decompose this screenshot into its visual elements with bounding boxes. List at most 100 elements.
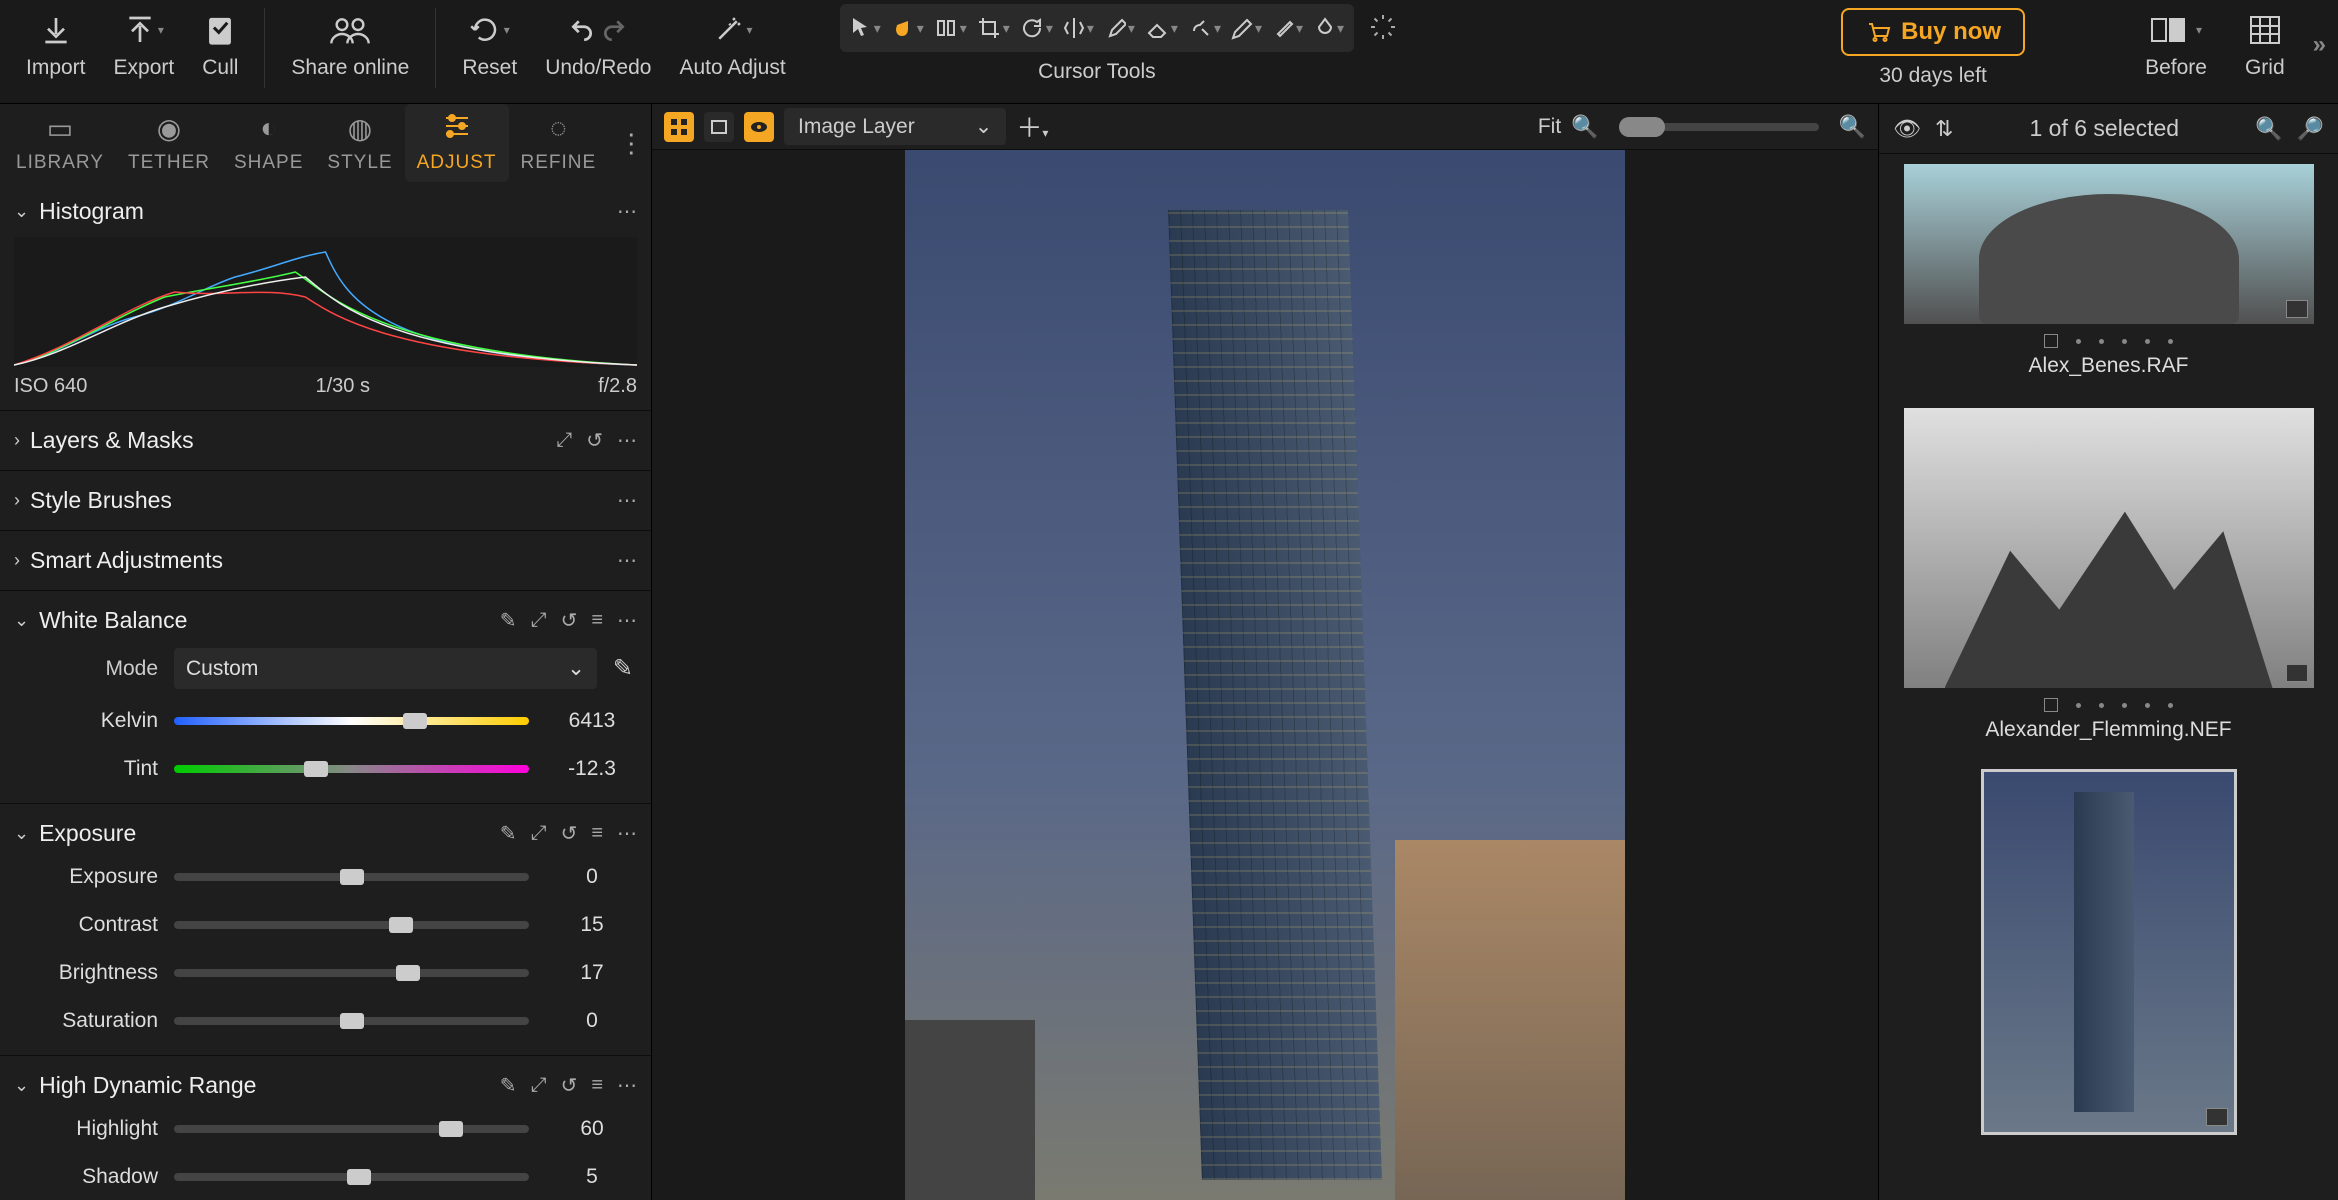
shadow-slider[interactable] xyxy=(174,1173,529,1181)
grid-button[interactable]: Grid xyxy=(2235,4,2295,86)
mode-select[interactable]: Custom⌄ xyxy=(174,648,597,689)
search-icon[interactable]: 🔎 xyxy=(2297,116,2324,142)
import-button[interactable]: Import xyxy=(12,4,100,86)
compare-icon: ▾ xyxy=(2150,10,2202,50)
picker-icon[interactable]: ✎ xyxy=(500,821,517,846)
more-icon[interactable]: ⋯ xyxy=(617,548,637,573)
mirror-tool[interactable]: ▾ xyxy=(1063,16,1094,40)
layer-dropdown[interactable]: Image Layer⌄ xyxy=(784,108,1006,145)
crop-tool[interactable]: ▾ xyxy=(977,16,1010,40)
reset-tool-icon[interactable]: ↺ xyxy=(586,428,603,453)
view-grid-button[interactable] xyxy=(664,112,694,142)
zoom-out-icon[interactable]: 🔍 xyxy=(1571,114,1598,140)
brightness-value[interactable]: 17 xyxy=(547,957,637,989)
eye-icon[interactable]: 👁 xyxy=(1893,116,1921,142)
saturation-slider[interactable] xyxy=(174,1017,529,1025)
more-icon[interactable]: ⋯ xyxy=(617,428,637,453)
picker-icon[interactable]: ✎ xyxy=(500,1073,517,1098)
zoom-in-icon[interactable]: 🔍 xyxy=(1839,114,1866,140)
kelvin-value[interactable]: 6413 xyxy=(547,705,637,737)
contrast-slider[interactable] xyxy=(174,921,529,929)
eyedropper-icon[interactable]: ✎ xyxy=(609,654,637,683)
more-icon[interactable]: ⋯ xyxy=(617,488,637,513)
tint-slider[interactable] xyxy=(174,765,529,773)
hdr-title: High Dynamic Range xyxy=(39,1072,256,1099)
thumbnail-item-selected[interactable] xyxy=(1899,772,2318,1132)
expand-tool-icon[interactable]: ⤢ xyxy=(531,1074,547,1097)
contrast-value[interactable]: 15 xyxy=(547,909,637,941)
auto-adjust-button[interactable]: ▾ Auto Adjust xyxy=(665,4,799,86)
expand-icon[interactable]: › xyxy=(14,430,20,451)
highlight-value[interactable]: 60 xyxy=(547,1113,637,1145)
histogram-title: Histogram xyxy=(39,198,144,225)
pen-tool[interactable]: ▾ xyxy=(1231,16,1262,40)
tab-library[interactable]: ▭LIBRARY xyxy=(4,104,116,182)
image-viewport[interactable] xyxy=(652,150,1878,1200)
list-icon[interactable]: ≡ xyxy=(591,1074,603,1097)
list-icon[interactable]: ≡ xyxy=(591,609,603,632)
expand-tool-icon[interactable]: ⤢ xyxy=(531,609,547,632)
rating-dots[interactable] xyxy=(2044,698,2173,712)
expand-tool-icon[interactable]: ⤢ xyxy=(531,822,547,845)
fit-label[interactable]: Fit xyxy=(1538,115,1561,139)
flip-tool[interactable]: ▾ xyxy=(934,17,967,39)
brightness-slider[interactable] xyxy=(174,969,529,977)
tab-adjust[interactable]: ADJUST xyxy=(405,104,509,182)
expand-icon[interactable]: › xyxy=(14,490,20,511)
add-layer-button[interactable]: ＋▾ xyxy=(1016,108,1048,145)
buy-now-button[interactable]: Buy now xyxy=(1841,8,2025,56)
collapse-icon[interactable]: ⌄ xyxy=(14,823,29,844)
more-icon[interactable]: ⋯ xyxy=(617,199,637,224)
thumbnail-item[interactable]: Alex_Benes.RAF xyxy=(1899,164,2318,378)
collapse-icon[interactable]: ⌄ xyxy=(14,1075,29,1096)
rating-dots[interactable] xyxy=(2044,334,2173,348)
expand-icon[interactable]: › xyxy=(14,550,20,571)
pointer-tool[interactable]: ▾ xyxy=(850,16,881,40)
zoom-slider[interactable] xyxy=(1619,123,1819,131)
view-single-button[interactable] xyxy=(704,112,734,142)
clone-tool[interactable]: ▾ xyxy=(1188,17,1221,39)
thumbnail-list[interactable]: Alex_Benes.RAF Alexander_Flemming.NEF xyxy=(1879,154,2338,1200)
kelvin-slider[interactable] xyxy=(174,717,529,725)
list-icon[interactable]: ≡ xyxy=(591,822,603,845)
mode-label: Mode xyxy=(44,657,174,681)
collapse-icon[interactable]: ⌄ xyxy=(14,201,29,222)
collapse-icon[interactable]: ⌄ xyxy=(14,610,29,631)
exposure-value[interactable]: 0 xyxy=(547,861,637,893)
expand-tool-icon[interactable]: ⤢ xyxy=(556,429,572,452)
sort-icon[interactable]: ⇅ xyxy=(1935,116,1953,142)
tint-value[interactable]: -12.3 xyxy=(547,753,637,785)
brush-tool[interactable]: ▾ xyxy=(1104,16,1135,40)
highlight-slider[interactable] xyxy=(174,1125,529,1133)
zoom-icon[interactable]: 🔍 xyxy=(2255,116,2282,142)
shadow-value[interactable]: 5 xyxy=(547,1161,637,1193)
more-menu-icon[interactable]: ⋮ xyxy=(608,128,652,159)
before-button[interactable]: ▾ Before xyxy=(2135,4,2217,86)
picker-icon[interactable]: ✎ xyxy=(500,608,517,633)
more-icon[interactable]: ⋯ xyxy=(617,1073,637,1098)
rotate-tool[interactable]: ▾ xyxy=(1020,16,1053,40)
share-button[interactable]: Share online xyxy=(277,4,423,86)
saturation-value[interactable]: 0 xyxy=(547,1005,637,1037)
reset-tool-icon[interactable]: ↺ xyxy=(561,1073,578,1098)
hand-tool[interactable]: ▾ xyxy=(891,16,924,40)
more-icon[interactable]: ⋯ xyxy=(617,821,637,846)
cull-button[interactable]: Cull xyxy=(188,4,252,86)
thumbnail-item[interactable]: Alexander_Flemming.NEF xyxy=(1899,408,2318,742)
view-preview-button[interactable] xyxy=(744,112,774,142)
tab-refine[interactable]: ◌REFINE xyxy=(509,104,609,182)
eraser-tool[interactable]: ▾ xyxy=(1145,17,1178,39)
tab-style[interactable]: ◍STYLE xyxy=(315,104,404,182)
undo-redo-button[interactable]: Undo/Redo xyxy=(531,4,665,86)
tab-shape[interactable]: ◐SHAPE xyxy=(222,104,315,182)
reset-button[interactable]: ▾ Reset xyxy=(448,4,531,86)
expand-arrow-icon[interactable]: » xyxy=(2313,31,2326,59)
heal-tool[interactable]: ▾ xyxy=(1272,16,1303,40)
more-icon[interactable]: ⋯ xyxy=(617,608,637,633)
export-button[interactable]: ▾ Export xyxy=(100,4,189,86)
blur-tool[interactable]: ▾ xyxy=(1313,16,1344,40)
reset-tool-icon[interactable]: ↺ xyxy=(561,608,578,633)
reset-tool-icon[interactable]: ↺ xyxy=(561,821,578,846)
tab-tether[interactable]: ◉TETHER xyxy=(116,104,222,182)
exposure-slider[interactable] xyxy=(174,873,529,881)
